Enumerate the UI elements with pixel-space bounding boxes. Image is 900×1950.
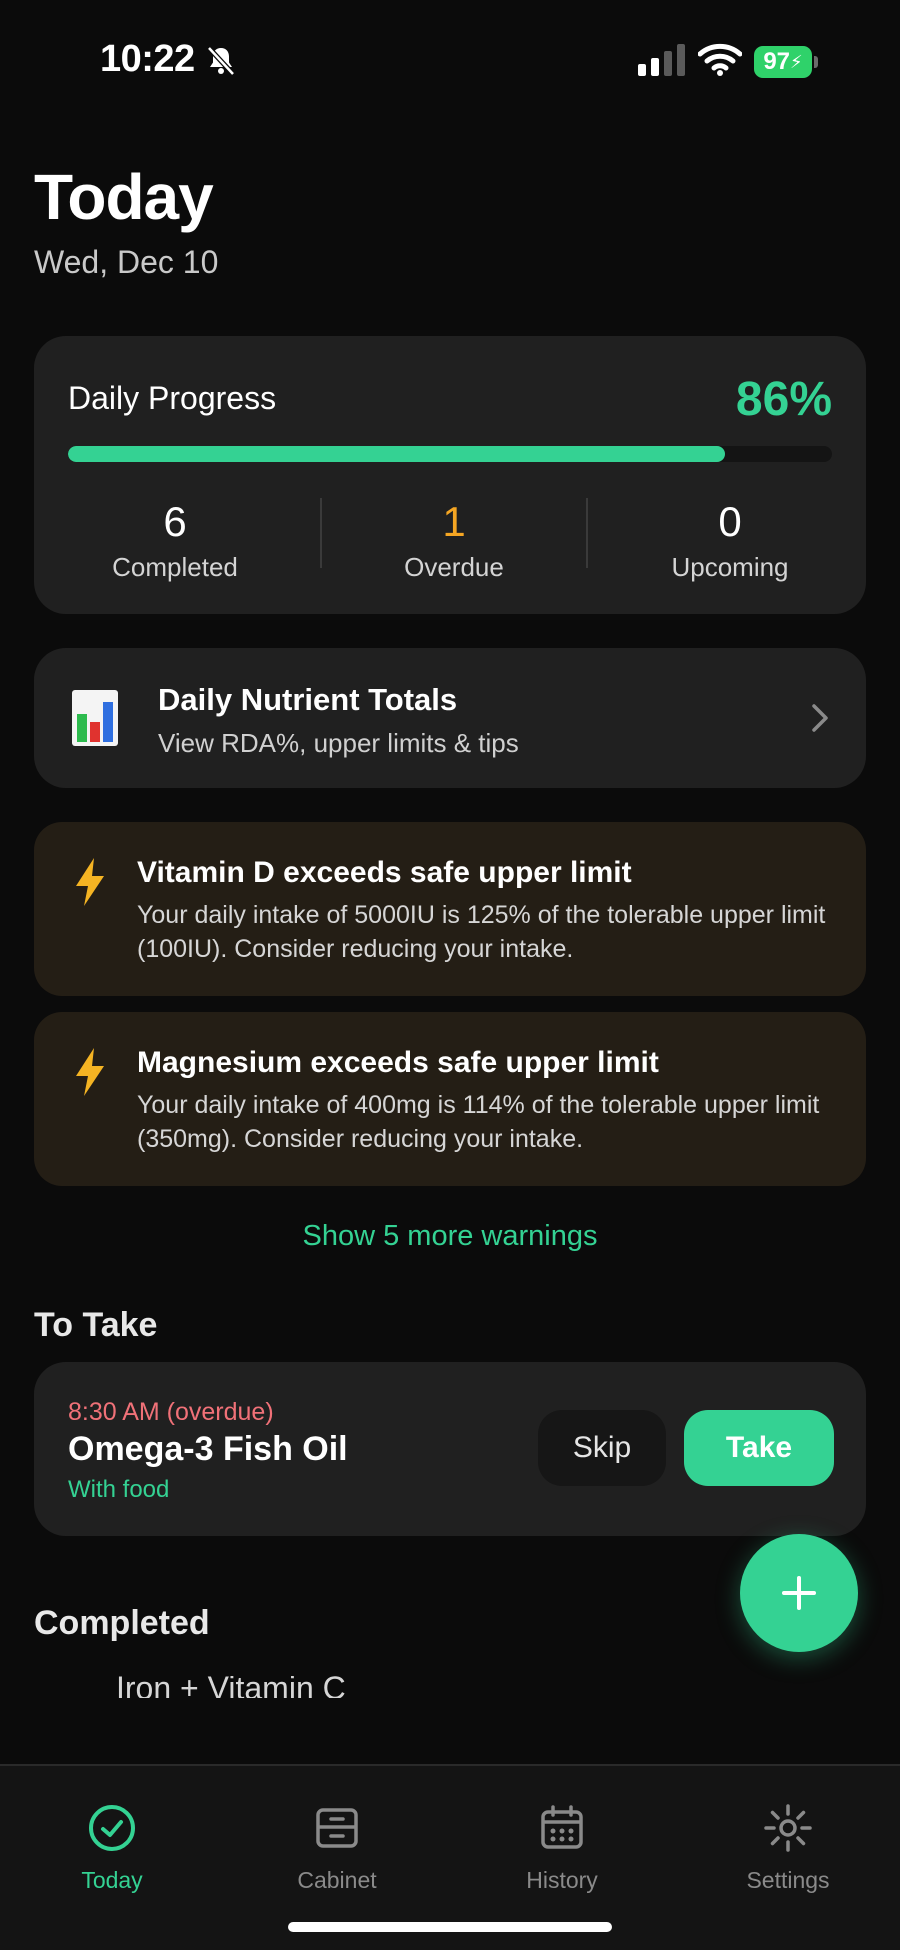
add-button[interactable]	[740, 1534, 858, 1652]
home-indicator	[288, 1922, 612, 1932]
list-item[interactable]: Iron + Vitamin C	[116, 1676, 516, 1698]
dose-card: 8:30 AM (overdue) Omega-3 Fish Oil With …	[34, 1362, 866, 1536]
progress-bar-fill	[68, 446, 726, 462]
stat-overdue: 1 Overdue	[334, 498, 574, 583]
warning-title: Magnesium exceeds safe upper limit	[137, 1046, 659, 1079]
tab-label: History	[526, 1867, 598, 1893]
completed-item-name: Iron + Vitamin C	[116, 1676, 346, 1698]
lightning-bolt-icon	[76, 1048, 104, 1096]
stat-overdue-label: Overdue	[404, 552, 504, 582]
battery-level: 97	[763, 48, 791, 75]
stat-overdue-value: 1	[442, 498, 466, 545]
bell-muted-icon	[207, 46, 235, 76]
stat-upcoming: 0 Upcoming	[610, 498, 850, 583]
warning-title: Vitamin D exceeds safe upper limit	[137, 856, 632, 889]
dose-note: With food	[68, 1476, 170, 1503]
completed-heading: Completed	[34, 1604, 210, 1642]
page-title: Today	[34, 161, 214, 233]
stat-completed-value: 6	[163, 498, 187, 545]
warning-body: Your daily intake of 5000IU is 125% of t…	[137, 901, 826, 963]
tab-today[interactable]: Today	[32, 1802, 192, 1894]
warning-card[interactable]: Magnesium exceeds safe upper limit Your …	[34, 1012, 866, 1186]
nutrient-totals-card[interactable]: Daily Nutrient Totals View RDA%, upper l…	[34, 648, 866, 788]
battery-icon: 97 ⚡	[754, 46, 818, 78]
progress-bar	[68, 446, 832, 462]
tab-label: Cabinet	[297, 1867, 377, 1893]
tab-label: Today	[81, 1867, 143, 1893]
take-button[interactable]: Take	[684, 1410, 834, 1486]
calendar-icon	[541, 1805, 583, 1849]
show-more-warnings-link[interactable]: Show 5 more warnings	[0, 1220, 900, 1253]
tab-label: Settings	[746, 1867, 830, 1893]
bar-chart-icon	[72, 690, 118, 746]
page-date: Wed, Dec 10	[34, 244, 219, 280]
stat-divider	[586, 498, 588, 568]
chevron-right-icon	[812, 704, 828, 732]
cellular-signal-icon	[638, 44, 685, 76]
check-circle-icon	[89, 1805, 135, 1851]
to-take-heading: To Take	[34, 1306, 158, 1344]
nutrient-totals-title: Daily Nutrient Totals	[158, 682, 458, 717]
wifi-icon	[698, 43, 742, 76]
dose-name: Omega-3 Fish Oil	[68, 1430, 348, 1468]
status-time: 10:22	[100, 38, 195, 80]
stat-completed-label: Completed	[112, 552, 238, 582]
warning-card[interactable]: Vitamin D exceeds safe upper limit Your …	[34, 822, 866, 996]
stat-divider	[320, 498, 322, 568]
tab-history[interactable]: History	[482, 1802, 642, 1894]
progress-title: Daily Progress	[68, 380, 277, 416]
gear-icon	[764, 1804, 812, 1852]
lightning-bolt-icon	[76, 858, 104, 906]
tab-settings[interactable]: Settings	[708, 1802, 868, 1894]
stat-upcoming-value: 0	[718, 498, 742, 545]
tab-cabinet[interactable]: Cabinet	[257, 1802, 417, 1894]
dose-time: 8:30 AM (overdue)	[68, 1398, 274, 1426]
skip-button[interactable]: Skip	[538, 1410, 666, 1486]
daily-progress-card: Daily Progress 86% 6 Completed 1 Overdue…	[34, 336, 866, 614]
cabinet-icon	[316, 1808, 358, 1848]
progress-percent: 86%	[735, 373, 832, 426]
nutrient-totals-subtitle: View RDA%, upper limits & tips	[158, 728, 519, 758]
stat-completed: 6 Completed	[55, 498, 295, 583]
stat-upcoming-label: Upcoming	[671, 552, 789, 582]
warning-body: Your daily intake of 400mg is 114% of th…	[137, 1091, 820, 1153]
plus-icon	[782, 1576, 816, 1610]
